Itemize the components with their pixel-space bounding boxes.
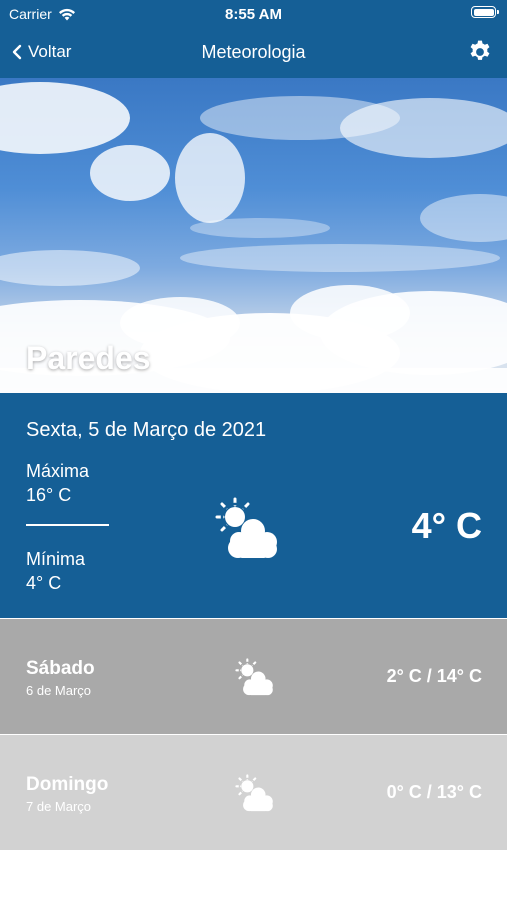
forecast-temp-range: 2° C / 14° C: [386, 666, 482, 686]
forecast-day: Sábado: [26, 658, 95, 679]
min-temp-value: 4° C: [26, 573, 62, 593]
page-title: Meteorologia: [201, 42, 306, 62]
navigation-bar: Voltar Meteorologia: [0, 30, 507, 78]
partly-cloudy-icon: [235, 658, 273, 696]
partly-cloudy-icon: [235, 774, 273, 812]
battery-icon: [471, 6, 499, 18]
max-temp-label: Máxima: [26, 461, 90, 481]
forecast-date: 6 de Março: [26, 683, 92, 698]
forecast-day: Domingo: [26, 774, 109, 795]
forecast-temp-range: 0° C / 13° C: [386, 782, 482, 802]
current-temperature: 4° C: [411, 505, 482, 546]
temp-divider: [26, 524, 109, 526]
gear-icon[interactable]: [467, 39, 493, 65]
status-time: 8:55 AM: [225, 6, 282, 23]
location-hero-image: Paredes: [0, 78, 507, 393]
status-bar: Carrier 8:55 AM: [0, 0, 507, 30]
today-date: Sexta, 5 de Março de 2021: [26, 419, 267, 441]
forecast-row[interactable]: Sábado 6 de Março 2° C / 14° C: [0, 619, 507, 734]
min-temp-label: Mínima: [26, 549, 86, 569]
max-temp-value: 16° C: [26, 485, 72, 505]
partly-cloudy-icon: [215, 497, 277, 558]
forecast-date: 7 de Março: [26, 799, 92, 814]
forecast-row[interactable]: Domingo 7 de Março 0° C / 13° C: [0, 735, 507, 850]
today-weather-card: Sexta, 5 de Março de 2021 Máxima 16° C M…: [0, 393, 507, 618]
city-name: Paredes: [26, 340, 151, 376]
